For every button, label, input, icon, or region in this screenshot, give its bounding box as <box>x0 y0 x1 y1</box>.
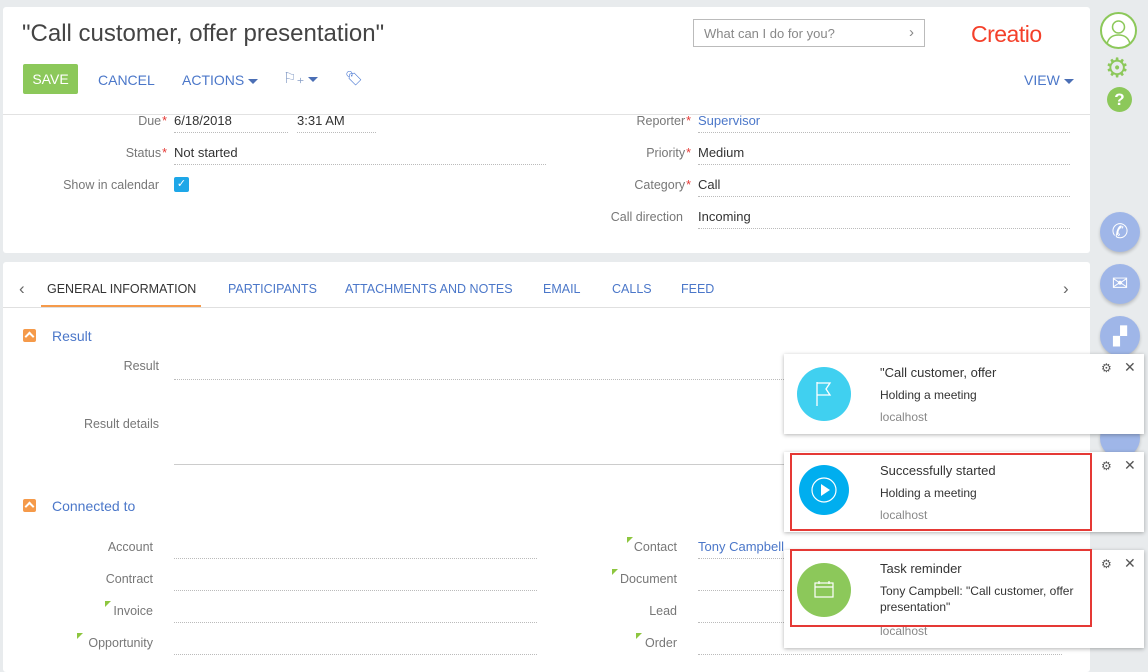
order-field[interactable] <box>698 654 1062 655</box>
tab-participants[interactable]: PARTICIPANTS <box>228 282 317 296</box>
caret-down-icon <box>308 76 319 82</box>
flag-plus-icon: ⚐₊ <box>283 70 305 87</box>
priority-line <box>698 164 1070 165</box>
collapse-result-icon[interactable] <box>23 329 36 342</box>
priority-field[interactable]: Medium <box>698 145 744 160</box>
tabs-divider <box>3 307 1090 308</box>
view-label: VIEW <box>1024 72 1060 88</box>
tag-button[interactable]: 🏷 <box>345 70 363 87</box>
tag-icon: 🏷 <box>345 70 363 86</box>
save-button[interactable]: SAVE <box>23 64 78 94</box>
profile-avatar-icon[interactable] <box>1100 12 1137 49</box>
notification-card[interactable]: "Call customer, offer Holding a meeting … <box>784 354 1144 434</box>
view-button[interactable]: VIEW <box>1024 72 1074 88</box>
call-direction-label: Call direction <box>610 210 683 224</box>
invoice-field[interactable] <box>174 622 537 623</box>
contract-label: Contract <box>105 572 153 586</box>
cancel-button[interactable]: CANCEL <box>98 72 155 88</box>
due-date-field[interactable]: 6/18/2018 <box>174 113 232 128</box>
close-icon[interactable]: ✕ <box>1124 359 1136 376</box>
reporter-line <box>698 132 1070 133</box>
phone-icon: ✆ <box>1111 221 1129 243</box>
chat-button[interactable]: ▞ <box>1100 316 1140 356</box>
help-icon[interactable]: ? <box>1107 87 1132 112</box>
close-icon[interactable]: ✕ <box>1124 457 1136 474</box>
opportunity-label: Opportunity <box>88 636 153 650</box>
show-in-calendar-label: Show in calendar <box>63 178 159 192</box>
due-time-line <box>297 132 376 133</box>
tabs-scroll-left[interactable]: ‹ <box>19 279 25 299</box>
status-label: Status* <box>125 146 167 160</box>
connected-section-title[interactable]: Connected to <box>52 498 135 514</box>
account-field[interactable] <box>174 558 537 559</box>
tab-attachments-and-notes[interactable]: ATTACHMENTS AND NOTES <box>345 282 513 296</box>
creatio-logo: Creatio <box>971 21 1042 47</box>
chat-icon: ▞ <box>1113 326 1127 346</box>
reporter-label: Reporter* <box>636 114 691 128</box>
settings-gear-icon[interactable]: ⚙ <box>1105 53 1129 83</box>
call-direction-line <box>698 228 1070 229</box>
notification-host: localhost <box>880 410 928 424</box>
tab-email[interactable]: EMAIL <box>543 282 581 296</box>
gear-icon[interactable]: ⚙ <box>1101 557 1112 571</box>
caret-down-icon <box>248 78 259 84</box>
search-placeholder: What can I do for you? <box>704 26 835 41</box>
highlight-box <box>790 453 1092 531</box>
order-label: Order <box>645 636 677 650</box>
call-direction-field[interactable]: Incoming <box>698 209 751 224</box>
result-details-label: Result details <box>83 417 159 431</box>
search-input[interactable]: What can I do for you? › <box>693 19 925 47</box>
chevron-right-icon[interactable]: › <box>909 24 914 41</box>
show-in-calendar-checkbox[interactable]: ✓ <box>174 177 189 192</box>
invoice-label: Invoice <box>113 604 153 618</box>
tabs-scroll-right[interactable]: › <box>1063 279 1069 299</box>
page-title: "Call customer, offer presentation" <box>22 20 385 47</box>
document-label: Document <box>620 572 677 586</box>
gear-icon[interactable]: ⚙ <box>1101 459 1112 473</box>
tab-feed[interactable]: FEED <box>681 282 714 296</box>
lead-label: Lead <box>649 604 677 618</box>
priority-label: Priority* <box>646 146 691 160</box>
highlight-box <box>790 549 1092 627</box>
active-tab-indicator <box>41 305 201 307</box>
collapse-connected-icon[interactable] <box>23 499 36 512</box>
contract-field[interactable] <box>174 590 537 591</box>
category-label: Category* <box>634 178 691 192</box>
status-line <box>174 164 546 165</box>
tab-calls[interactable]: CALLS <box>612 282 652 296</box>
email-button[interactable]: ✉ <box>1100 264 1140 304</box>
caret-down-icon <box>1063 78 1074 84</box>
result-label: Result <box>123 359 159 373</box>
flag-add-button[interactable]: ⚐₊ <box>283 69 319 87</box>
category-line <box>698 196 1070 197</box>
notification-title: "Call customer, offer <box>880 365 997 380</box>
close-icon[interactable]: ✕ <box>1124 555 1136 572</box>
status-field[interactable]: Not started <box>174 145 238 160</box>
contact-label: Contact <box>633 540 677 554</box>
reporter-link[interactable]: Supervisor <box>698 113 760 128</box>
category-field[interactable]: Call <box>698 177 720 192</box>
actions-label: ACTIONS <box>182 72 245 88</box>
notification-body: Holding a meeting <box>880 388 977 402</box>
contact-link[interactable]: Tony Campbell <box>698 539 784 554</box>
result-section-title[interactable]: Result <box>52 328 92 344</box>
due-time-field[interactable]: 3:31 AM <box>297 113 345 128</box>
actions-button[interactable]: ACTIONS <box>182 72 259 88</box>
opportunity-field[interactable] <box>174 654 537 655</box>
envelope-icon: ✉ <box>1111 273 1129 295</box>
gear-icon[interactable]: ⚙ <box>1101 361 1112 375</box>
due-date-line <box>174 132 288 133</box>
account-label: Account <box>107 540 153 554</box>
due-label: Due* <box>138 114 167 128</box>
phone-button[interactable]: ✆ <box>1100 212 1140 252</box>
flag-icon <box>797 367 851 421</box>
tab-general-information[interactable]: GENERAL INFORMATION <box>47 282 196 296</box>
